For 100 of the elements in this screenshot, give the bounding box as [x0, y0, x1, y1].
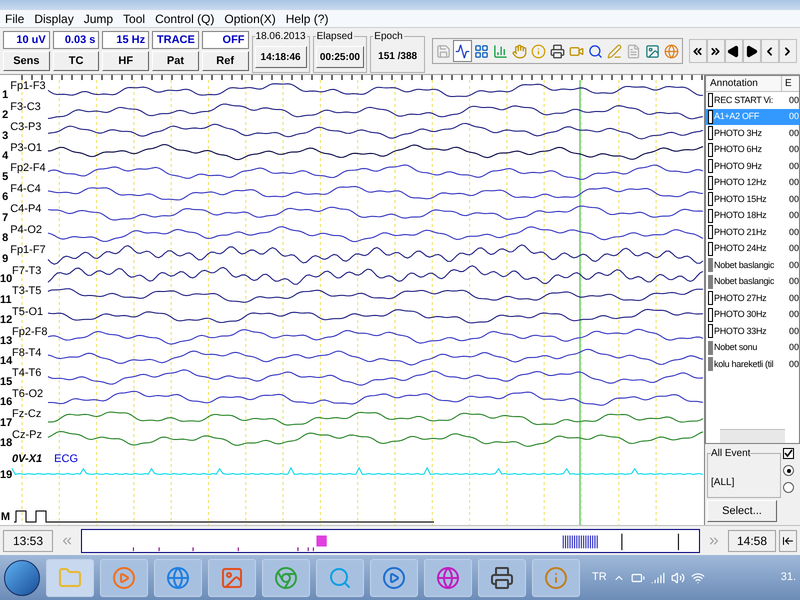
bar-chart-icon — [492, 44, 508, 58]
annotation-row[interactable]: PHOTO 18Hz 00 — [706, 208, 799, 224]
annotation-label: Nobet baslangic — [713, 258, 776, 272]
channel-number: 5 — [1, 172, 8, 182]
menu-item[interactable]: Tool — [123, 10, 146, 28]
channel-label: Fp2-F4 — [9, 162, 47, 176]
navigation-button[interactable] — [742, 39, 761, 63]
setting-value: OFF — [202, 31, 249, 49]
annotation-value: 00 — [789, 258, 799, 272]
pen-icon — [606, 44, 622, 58]
menu-item[interactable]: File — [5, 10, 24, 28]
annotation-value: 00 — [789, 292, 799, 304]
channel-number: 3 — [1, 130, 8, 142]
channel-label: Cz-Pz — [12, 428, 43, 442]
annotation-row[interactable]: PHOTO 24Hz 00 — [706, 240, 799, 257]
annotation-value: 00 — [789, 324, 799, 338]
channel-number: 6 — [1, 192, 8, 203]
annotation-label: REC START Vi: — [713, 94, 774, 106]
channel-label: F4-C4 — [9, 182, 42, 196]
annotation-row[interactable]: PHOTO 27Hz 00 — [706, 290, 799, 306]
save-icon — [436, 44, 451, 58]
menu-item[interactable]: Option(X) — [224, 10, 276, 28]
setting-value: 15 Hz — [102, 31, 150, 49]
annotation-row[interactable]: PHOTO 15Hz 00 — [706, 191, 799, 208]
speaker-icon[interactable] — [670, 570, 685, 584]
channel-number: 19 — [0, 468, 10, 482]
horizontal-scrollbar[interactable] — [720, 429, 785, 443]
start-time-button[interactable]: 13:53 — [3, 530, 53, 552]
network-icon[interactable] — [690, 570, 705, 584]
channel-number: 11 — [0, 294, 10, 306]
navigation-button[interactable] — [760, 39, 779, 63]
annotation-label: PHOTO 30Hz — [713, 308, 768, 321]
setting-button[interactable]: Pat — [152, 51, 199, 71]
channel-number: 9 — [1, 254, 8, 264]
annotation-row[interactable]: PHOTO 33Hz 00 — [706, 323, 799, 340]
time-button[interactable]: 00:25:00 — [316, 46, 364, 68]
annotation-row[interactable]: PHOTO 12Hz 00 — [706, 174, 799, 191]
channel-number: 17 — [0, 418, 10, 428]
navigation-button[interactable] — [706, 39, 725, 63]
annotation-row[interactable]: PHOTO 30Hz 00 — [706, 306, 799, 323]
navigation-button[interactable] — [724, 39, 743, 63]
annotation-row[interactable]: PHOTO 6Hz 00 — [706, 142, 799, 158]
menu-item[interactable]: Help (?) — [286, 10, 328, 28]
setting-value: 0.03 s — [52, 31, 100, 49]
signal-icon[interactable] — [650, 570, 665, 584]
radio-button[interactable] — [783, 465, 794, 476]
taskbar-button[interactable] — [424, 558, 472, 596]
annotation-row[interactable]: PHOTO 21Hz 00 — [706, 224, 799, 240]
annotation-value: 00 — [789, 143, 799, 156]
menu-item[interactable]: Control (Q) — [155, 10, 214, 28]
time-button[interactable]: 14:18:46 — [254, 46, 307, 68]
setting-button[interactable]: TC — [52, 51, 100, 71]
end-button[interactable] — [779, 530, 797, 552]
next-icon — [745, 44, 758, 58]
column-header[interactable]: E — [782, 76, 792, 91]
setting-value: 10 uV — [3, 31, 50, 49]
annotation-row[interactable]: PHOTO 3Hz 00 — [706, 125, 799, 142]
annotation-row[interactable]: kolu hareketli (til 00 — [706, 356, 799, 372]
taskbar-button[interactable] — [370, 558, 418, 596]
annotation-value: 00 — [789, 341, 799, 354]
navigation-button[interactable] — [778, 39, 797, 63]
toolbar-button[interactable] — [452, 40, 472, 62]
setting-button[interactable]: Ref — [202, 51, 249, 71]
menu-item[interactable]: Jump — [84, 10, 114, 28]
timeline-bar[interactable] — [81, 528, 700, 552]
taskbar-button[interactable] — [478, 558, 526, 596]
setting-button[interactable]: Sens — [3, 51, 50, 71]
navigation-button[interactable] — [688, 39, 707, 63]
annotation-row[interactable]: Nobet baslangic 00 — [706, 274, 799, 290]
group-legend: Elapsed — [316, 29, 354, 44]
select-button[interactable]: Select... — [707, 500, 777, 522]
start-button[interactable] — [4, 560, 40, 596]
annotation-value: 00 — [789, 94, 799, 106]
channel-number: 15 — [0, 376, 10, 388]
hand-icon — [512, 44, 527, 58]
channel-label: P4-O2 — [9, 224, 44, 238]
folder-icon — [58, 566, 82, 590]
annotation-value: 00 — [789, 358, 799, 370]
group-legend: 18.06.2013 — [254, 29, 307, 44]
annotation-row[interactable]: Nobet sonu 00 — [706, 340, 799, 356]
column-header[interactable]: Annotation — [706, 76, 782, 91]
printer-icon — [490, 566, 514, 590]
channel-number: M — [0, 510, 10, 524]
channel-number: 7 — [1, 212, 8, 224]
printer-icon — [550, 44, 565, 58]
setting-button[interactable]: HF — [102, 51, 150, 71]
picture-icon — [644, 44, 660, 58]
document-icon — [626, 44, 641, 58]
checkbox[interactable] — [783, 448, 794, 459]
end-time-button[interactable]: 14:58 — [728, 530, 776, 552]
annotation-label: PHOTO 24Hz — [713, 242, 768, 255]
annotation-row[interactable]: REC START Vi: 00 — [706, 92, 799, 108]
channel-number: 14 — [0, 356, 10, 367]
group-legend: All Event — [711, 446, 750, 461]
annotation-row[interactable]: Nobet baslangic 00 — [706, 257, 799, 274]
channel-label: Fp2-F8 — [12, 326, 48, 340]
annotation-row[interactable]: PHOTO 9Hz 00 — [706, 158, 799, 174]
radio-button[interactable] — [783, 482, 794, 493]
menu-item[interactable]: Display — [34, 10, 74, 28]
annotation-value: 00 — [789, 308, 799, 321]
